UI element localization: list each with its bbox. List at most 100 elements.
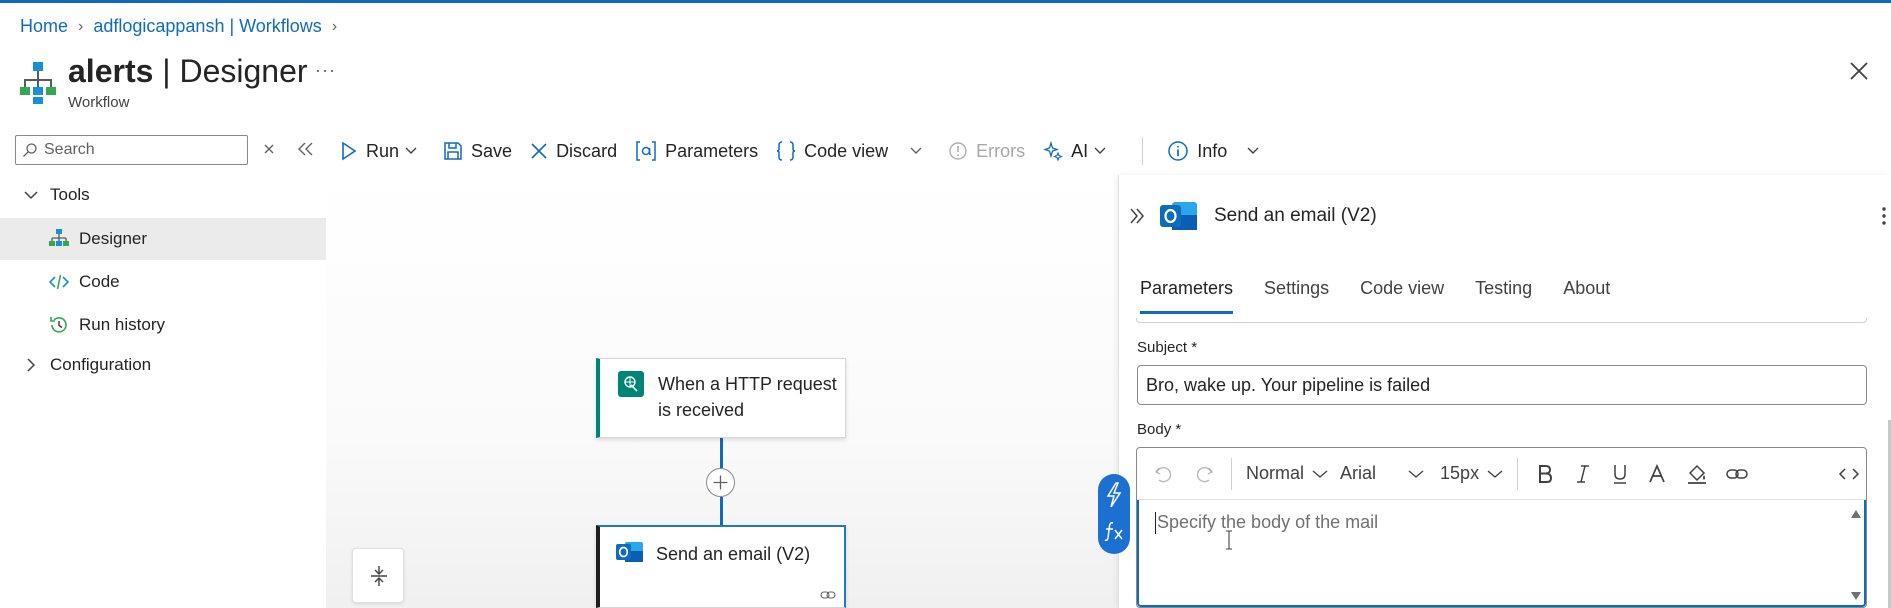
sidebar-item-tools[interactable]: Tools bbox=[0, 174, 326, 216]
breadcrumb-home[interactable]: Home bbox=[20, 16, 68, 37]
code-view-icon[interactable] bbox=[1838, 467, 1860, 481]
body-input[interactable]: Specify the body of the mail bbox=[1137, 500, 1866, 607]
font-color-icon[interactable] bbox=[1648, 463, 1666, 484]
action-card-send-email[interactable]: Send an email (V2) bbox=[596, 525, 846, 608]
breadcrumb-workflows[interactable]: adflogicappansh | Workflows bbox=[93, 16, 321, 37]
connector-line bbox=[720, 497, 723, 525]
link-icon bbox=[820, 591, 836, 599]
subject-label: Subject * bbox=[1137, 339, 1198, 356]
trigger-card-label: When a HTTP request is received bbox=[658, 374, 837, 420]
connector-line bbox=[720, 438, 723, 468]
toolbar-divider bbox=[1142, 137, 1144, 165]
paragraph-style-select[interactable]: Normal bbox=[1246, 463, 1304, 484]
info-circle-icon bbox=[949, 142, 967, 160]
more-vertical-icon[interactable] bbox=[1880, 205, 1888, 227]
chevron-down-icon bbox=[1487, 469, 1503, 478]
redo-icon[interactable] bbox=[1193, 463, 1215, 485]
errors-button[interactable]: Errors bbox=[948, 141, 1025, 162]
scroll-down-icon[interactable] bbox=[1851, 592, 1861, 600]
tab-code-view[interactable]: Code view bbox=[1360, 278, 1444, 314]
info-label: Info bbox=[1197, 140, 1228, 161]
search-input[interactable]: Search bbox=[15, 135, 248, 165]
designer-toolbar: Run Save Discard Parameters Code view Er… bbox=[340, 134, 1285, 168]
font-family-select[interactable]: Arial bbox=[1340, 463, 1376, 484]
more-options-button[interactable]: ··· bbox=[315, 60, 336, 81]
highlight-icon[interactable] bbox=[1686, 463, 1708, 485]
code-view-label: Code view bbox=[804, 140, 889, 161]
undo-icon[interactable] bbox=[1153, 463, 1175, 485]
sidebar-item-label: Configuration bbox=[50, 355, 152, 374]
code-view-button[interactable]: Code view bbox=[776, 140, 930, 162]
save-label: Save bbox=[471, 140, 513, 161]
outlook-icon bbox=[1160, 202, 1197, 230]
play-icon bbox=[342, 141, 357, 161]
body-placeholder: Specify the body of the mail bbox=[1157, 512, 1379, 532]
chevron-down-icon[interactable] bbox=[1247, 147, 1259, 155]
clear-search-icon[interactable] bbox=[260, 140, 278, 158]
editor-toolbar: Normal Arial 15px bbox=[1137, 448, 1866, 500]
tab-parameters[interactable]: Parameters bbox=[1140, 278, 1234, 314]
tab-testing[interactable]: Testing bbox=[1475, 278, 1532, 314]
sidebar-item-code[interactable]: Code bbox=[0, 261, 326, 303]
save-icon bbox=[444, 142, 462, 160]
body-label: Body * bbox=[1137, 421, 1182, 438]
discard-button[interactable]: Discard bbox=[530, 141, 617, 162]
outlook-icon bbox=[616, 542, 643, 562]
panel-title: Send an email (V2) bbox=[1214, 205, 1377, 226]
search-placeholder: Search bbox=[44, 141, 95, 158]
workflow-app-icon bbox=[20, 62, 56, 104]
chevron-down-icon[interactable] bbox=[910, 147, 922, 155]
ai-button[interactable]: AI bbox=[1043, 141, 1114, 162]
link-icon[interactable] bbox=[1726, 467, 1748, 481]
trigger-card-http-request[interactable]: When a HTTP request is received bbox=[596, 358, 846, 438]
bold-icon[interactable] bbox=[1536, 464, 1554, 484]
tab-about[interactable]: About bbox=[1563, 278, 1610, 314]
run-button[interactable]: Run bbox=[340, 141, 425, 162]
toolbar-divider bbox=[1517, 457, 1519, 490]
lightning-icon[interactable] bbox=[1105, 482, 1123, 508]
top-accent-line bbox=[0, 0, 1891, 3]
subject-field[interactable]: Bro, wake up. Your pipeline is failed bbox=[1137, 365, 1867, 405]
panel-tabs: Parameters Settings Code view Testing Ab… bbox=[1140, 278, 1641, 314]
scroll-up-icon[interactable] bbox=[1851, 510, 1861, 518]
text-caret bbox=[1155, 512, 1156, 534]
chevron-right-icon: › bbox=[78, 17, 84, 35]
save-button[interactable]: Save bbox=[443, 141, 512, 162]
sidebar-item-label: Run history bbox=[79, 315, 165, 334]
function-fx-icon[interactable] bbox=[1104, 520, 1124, 542]
sidebar-item-run-history[interactable]: Run history bbox=[0, 304, 326, 346]
fit-view-button[interactable] bbox=[352, 548, 404, 603]
designer-icon bbox=[49, 229, 69, 246]
page-title: alerts | Designer bbox=[68, 53, 308, 89]
collapse-vertical-icon bbox=[371, 566, 387, 586]
close-icon[interactable] bbox=[1846, 58, 1872, 84]
chevron-down-icon bbox=[1408, 469, 1424, 478]
add-step-button[interactable] bbox=[706, 468, 735, 497]
collapse-sidebar-icon[interactable] bbox=[296, 140, 316, 158]
page-subtitle: Workflow bbox=[68, 94, 130, 111]
run-label: Run bbox=[366, 140, 400, 161]
sparkle-icon bbox=[1043, 141, 1064, 161]
sidebar-item-designer[interactable]: Designer bbox=[0, 218, 326, 260]
parameters-icon bbox=[636, 141, 656, 161]
discard-icon bbox=[531, 143, 547, 159]
italic-icon[interactable] bbox=[1576, 464, 1590, 484]
braces-icon bbox=[777, 141, 796, 161]
sidebar-item-label: Tools bbox=[50, 185, 90, 204]
ai-label: AI bbox=[1071, 140, 1089, 161]
parameters-button[interactable]: Parameters bbox=[635, 140, 758, 162]
page-header: alerts | Designer Workflow bbox=[20, 52, 308, 111]
underline-icon[interactable] bbox=[1612, 463, 1628, 485]
breadcrumb: Home › adflogicappansh | Workflows › bbox=[20, 16, 347, 37]
chevron-right-icon bbox=[27, 358, 36, 372]
info-button[interactable]: Info bbox=[1167, 140, 1267, 162]
http-request-icon bbox=[618, 371, 644, 397]
expand-panel-icon[interactable] bbox=[1128, 206, 1146, 226]
dynamic-content-toolbar bbox=[1098, 474, 1130, 554]
chevron-down-icon bbox=[1094, 147, 1106, 154]
sidebar-item-configuration[interactable]: Configuration bbox=[0, 344, 326, 386]
font-size-select[interactable]: 15px bbox=[1440, 463, 1479, 484]
info-icon bbox=[1168, 141, 1188, 161]
history-icon bbox=[50, 317, 67, 333]
tab-settings[interactable]: Settings bbox=[1264, 278, 1329, 314]
